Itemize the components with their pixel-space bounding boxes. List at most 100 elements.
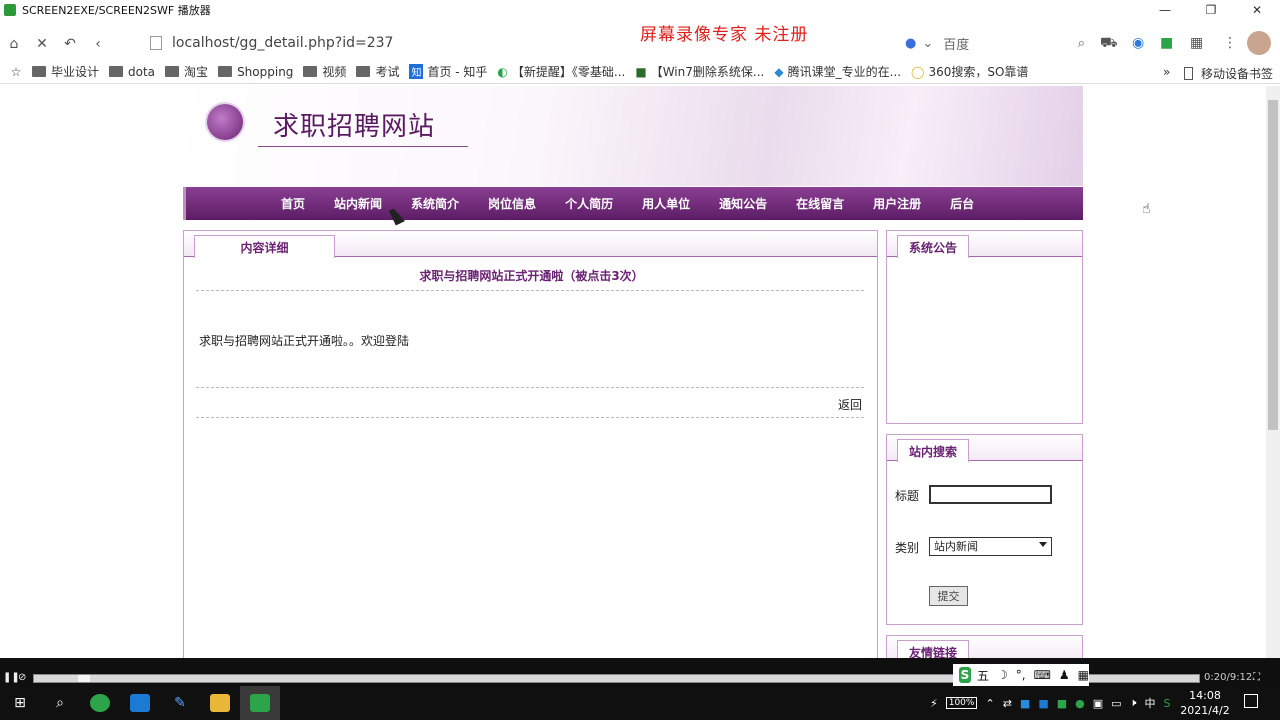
back-icon[interactable]: ‹ <box>84 36 112 52</box>
search-icon[interactable]: ⌕ <box>40 686 80 720</box>
extension-green-icon[interactable]: ■ <box>1160 35 1173 51</box>
user-icon[interactable]: ♟ <box>1059 668 1070 682</box>
fullscreen-icon[interactable]: ⛶ <box>1253 672 1260 683</box>
panel-header: 友情链接 <box>887 636 1082 658</box>
nav-item-home[interactable]: 首页 <box>281 195 305 212</box>
site-logo <box>207 104 243 140</box>
bookmark-item[interactable]: 知首页 - 知乎 <box>409 63 487 80</box>
wechat-icon[interactable]: ● <box>1075 697 1085 710</box>
power-icon[interactable]: ⚡ <box>930 697 938 710</box>
bookmark-item[interactable]: ◯ 360搜索，SO靠谱 <box>911 63 1028 80</box>
bookmark-item[interactable]: ◆ 腾讯课堂_专业的在... <box>774 63 901 80</box>
browser-search-box[interactable]: ● ⌄ 百度 ⌕ <box>905 30 1085 56</box>
ime-icon[interactable]: S <box>1163 697 1170 710</box>
tray-app-icon[interactable]: ■ <box>1038 697 1048 710</box>
punctuation-icon[interactable]: °, <box>1016 668 1026 682</box>
browser-360-app[interactable] <box>80 686 120 720</box>
divider <box>196 290 864 291</box>
tray-app-icon[interactable]: ▣ <box>1093 697 1103 710</box>
title-label: 标题 <box>895 489 920 503</box>
restore-icon[interactable]: ❐ <box>1188 0 1234 20</box>
cart-icon[interactable]: ⛟ <box>1100 35 1118 53</box>
browser-toolbar: ⌂ ✕ ↶ ‹ localhost/gg_detail.php?id=237 ●… <box>0 28 1280 60</box>
network-icon[interactable]: ⇄ <box>1003 697 1012 710</box>
extension-icon[interactable]: ◉ <box>1132 35 1144 51</box>
moon-icon[interactable]: ☽ <box>997 668 1008 682</box>
notice-panel: 系统公告 <box>886 230 1083 424</box>
vertical-scrollbar[interactable] <box>1266 86 1280 658</box>
windows-start-icon[interactable]: ⊞ <box>0 686 40 720</box>
address-bar[interactable]: localhost/gg_detail.php?id=237 <box>150 30 910 56</box>
mobile-bookmarks[interactable]: 移动设备书签 <box>1184 65 1273 82</box>
chevron-down-icon[interactable]: ⌄ <box>922 36 933 51</box>
player-app[interactable] <box>240 686 280 720</box>
nav-item-employers[interactable]: 用人单位 <box>642 195 690 212</box>
window-controls: — ❐ ✕ <box>1142 0 1280 20</box>
scrollbar-thumb[interactable] <box>1268 100 1278 430</box>
bookmark-item[interactable]: ■ 【Win7删除系统保... <box>635 63 764 80</box>
seek-knob[interactable] <box>78 675 90 682</box>
sogou-icon[interactable]: S <box>959 667 971 683</box>
battery-indicator[interactable]: 100% <box>945 697 978 709</box>
bookmark-item[interactable]: Shopping <box>218 65 293 79</box>
taskbar: ⊞ ⌕ ✎ ⚡ 100% ⌃ ⇄ ■ ■ ■ ● ▣ ▭ 🕨 中 S 14:08… <box>0 686 1280 720</box>
url-text[interactable]: localhost/gg_detail.php?id=237 <box>172 35 393 51</box>
settings-icon[interactable]: ⊘ <box>18 672 26 683</box>
bookmark-item[interactable]: 淘宝 <box>165 63 208 80</box>
mute-icon[interactable]: 🕨 <box>1130 696 1137 710</box>
nav-item-about[interactable]: 系统简介 <box>411 195 459 212</box>
pen-app[interactable]: ✎ <box>160 686 200 720</box>
input-language[interactable]: 中 <box>1144 695 1155 711</box>
more-bookmarks-icon[interactable]: » <box>1163 65 1170 79</box>
chevron-up-icon[interactable]: ⌃ <box>985 697 994 710</box>
tray-app-icon[interactable]: ■ <box>1020 697 1030 710</box>
stop-icon[interactable]: ✕ <box>28 36 56 52</box>
clock-date: 2021/4/2 <box>1180 704 1230 717</box>
nav-item-resume[interactable]: 个人简历 <box>565 195 613 212</box>
hand-cursor-icon: ☝ <box>1142 201 1151 217</box>
nav-item-register[interactable]: 用户注册 <box>873 195 921 212</box>
close-icon[interactable]: ✕ <box>1234 0 1280 20</box>
nav-item-messages[interactable]: 在线留言 <box>796 195 844 212</box>
tab-notices: 系统公告 <box>897 235 969 258</box>
undo-icon[interactable]: ↶ <box>56 36 84 52</box>
apps-icon[interactable]: ▦ <box>1190 35 1203 51</box>
bookmark-item[interactable]: 毕业设计 <box>32 63 99 80</box>
home-icon[interactable]: ⌂ <box>0 36 28 52</box>
bookmark-item[interactable]: 视频 <box>303 63 346 80</box>
bookmarks-bar: ☆ 毕业设计 dota 淘宝 Shopping 视频 考试 知首页 - 知乎 ◐… <box>0 60 1280 84</box>
nav-item-admin[interactable]: 后台 <box>950 195 974 212</box>
ime-mode[interactable]: 五 <box>977 667 989 684</box>
nav-item-news[interactable]: 站内新闻 <box>334 195 382 212</box>
tray-app-icon[interactable]: ■ <box>1057 697 1067 710</box>
menu-icon[interactable]: ⋮ <box>1223 35 1237 51</box>
notification-icon[interactable] <box>1244 694 1258 708</box>
pen-icon: ✎ <box>174 695 186 711</box>
display-icon[interactable]: ▭ <box>1111 697 1121 710</box>
search-icon[interactable]: ⌕ <box>1078 36 1085 51</box>
ime-toolbar: S 五 ☽ °, ⌨ ♟ ▦ <box>953 664 1089 686</box>
clock[interactable]: 14:08 2021/4/2 <box>1175 688 1235 718</box>
bookmark-item[interactable]: dota <box>109 65 155 79</box>
back-link[interactable]: 返回 <box>838 396 862 413</box>
nav-item-jobs[interactable]: 岗位信息 <box>488 195 536 212</box>
app-u[interactable] <box>120 686 160 720</box>
file-explorer-app[interactable] <box>200 686 240 720</box>
bookmark-item[interactable]: 考试 <box>356 63 399 80</box>
category-select[interactable]: 站内新闻 <box>929 537 1052 556</box>
tab-content-detail: 内容详细 <box>194 235 335 258</box>
title-input[interactable] <box>929 485 1052 504</box>
minimize-icon[interactable]: — <box>1142 0 1188 20</box>
submit-button[interactable]: 提交 <box>929 586 968 606</box>
nav-item-notices[interactable]: 通知公告 <box>719 195 767 212</box>
avatar[interactable] <box>1247 31 1271 55</box>
site-header: 求职招聘网站 <box>183 86 1083 186</box>
article-title: 求职与招聘网站正式开通啦（被点击3次） <box>419 269 644 283</box>
divider <box>196 417 864 418</box>
star-icon[interactable]: ☆ <box>0 65 32 79</box>
search-engine-icon[interactable]: ● <box>905 36 916 51</box>
grid-icon[interactable]: ▦ <box>1078 668 1089 682</box>
bookmark-item[interactable]: ◐ 【新提醒】《零基础... <box>497 63 625 80</box>
keyboard-icon[interactable]: ⌨ <box>1034 668 1051 682</box>
tab-site-search: 站内搜索 <box>897 439 969 462</box>
